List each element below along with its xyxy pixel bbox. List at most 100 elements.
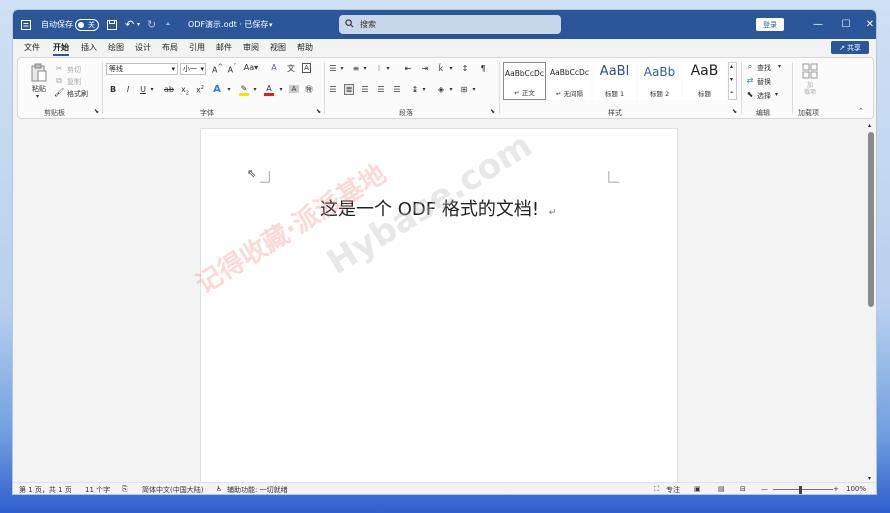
- character-border-icon[interactable]: A: [302, 63, 311, 73]
- align-center-icon[interactable]: ≣: [344, 84, 354, 95]
- document-paragraph[interactable]: 这是一个 ODF 格式的文档!: [320, 199, 539, 220]
- page-count[interactable]: 第 1 页，共 1 页: [19, 485, 72, 494]
- zoom-out-icon[interactable]: —: [761, 485, 768, 493]
- document-canvas[interactable]: ⇖ 这是一个 ODF 格式的文档! ↵ 记得收藏·派派基地 Hybase.com: [13, 122, 866, 488]
- scroll-up-icon[interactable]: ▴: [868, 122, 871, 129]
- document-title[interactable]: ODF演示.odt · 已保存: [188, 10, 268, 39]
- decrease-indent-icon[interactable]: ⇤: [403, 64, 413, 73]
- copy-icon[interactable]: ⧉: [54, 76, 64, 86]
- character-shading-icon[interactable]: A: [289, 85, 299, 93]
- bold-icon[interactable]: B: [108, 85, 118, 94]
- cut-icon[interactable]: ✂: [54, 64, 64, 73]
- select-label[interactable]: 选择: [757, 91, 771, 101]
- paste-icon[interactable]: [30, 63, 48, 85]
- minimize-button[interactable]: —: [803, 10, 833, 39]
- highlight-icon[interactable]: ✎: [239, 84, 249, 96]
- copy-label[interactable]: 复制: [67, 77, 81, 87]
- word-count[interactable]: 11 个字: [85, 485, 110, 494]
- align-right-icon[interactable]: ☰: [360, 85, 370, 94]
- focus-label[interactable]: 专注: [666, 485, 680, 494]
- zoom-in-icon[interactable]: +: [833, 485, 839, 493]
- underline-dropdown-icon[interactable]: ▾: [147, 86, 157, 93]
- undo-icon[interactable]: ↶: [125, 10, 134, 39]
- zoom-slider[interactable]: [773, 489, 833, 490]
- tab-help[interactable]: 帮助: [297, 42, 313, 53]
- tab-references[interactable]: 引用: [189, 42, 205, 53]
- tab-file[interactable]: 文件: [24, 42, 40, 53]
- align-left-icon[interactable]: ☰: [328, 85, 338, 94]
- gallery-down-icon[interactable]: ▾: [730, 76, 733, 83]
- styles-gallery-scroll[interactable]: ▴ ▾ ⩡: [728, 62, 737, 100]
- scroll-thumb[interactable]: [868, 132, 874, 307]
- addins-button-label[interactable]: 加 载项: [804, 82, 816, 96]
- close-button[interactable]: ✕: [855, 10, 876, 39]
- gallery-up-icon[interactable]: ▴: [730, 63, 733, 70]
- tab-design[interactable]: 设计: [135, 42, 151, 53]
- shrink-font-icon[interactable]: Aˇ: [227, 63, 237, 75]
- style-title[interactable]: AaB 标题: [683, 62, 726, 100]
- distributed-icon[interactable]: ☰: [392, 85, 402, 94]
- clipboard-launcher-icon[interactable]: ⬊: [94, 108, 99, 115]
- sort-icon[interactable]: ↕: [460, 64, 470, 73]
- find-dropdown-icon[interactable]: ▾: [778, 63, 781, 70]
- paste-dropdown-icon[interactable]: ▾: [36, 93, 39, 100]
- zoom-slider-thumb[interactable]: [799, 486, 802, 494]
- word-app-icon[interactable]: [21, 10, 31, 39]
- select-icon[interactable]: ⬉: [745, 90, 755, 99]
- tab-draw[interactable]: 绘图: [108, 42, 124, 53]
- line-spacing-dropdown-icon[interactable]: ▾: [419, 86, 429, 93]
- borders-icon[interactable]: ⊞: [459, 85, 469, 94]
- zoom-level[interactable]: 100%: [846, 485, 866, 493]
- share-button[interactable]: ↗ 共享: [831, 41, 869, 54]
- paragraph-launcher-icon[interactable]: ⬊: [490, 108, 495, 115]
- accessibility-icon[interactable]: ♿: [216, 485, 222, 493]
- format-painter-label[interactable]: 格式刷: [67, 89, 88, 99]
- tab-home[interactable]: 开始: [53, 42, 69, 56]
- highlight-dropdown-icon[interactable]: ▾: [250, 86, 260, 93]
- increase-indent-icon[interactable]: ⇥: [420, 64, 430, 73]
- save-icon[interactable]: [107, 10, 117, 39]
- tab-review[interactable]: 审阅: [243, 42, 259, 53]
- chinese-layout-dropdown-icon[interactable]: ▾: [446, 65, 456, 72]
- justify-icon[interactable]: ☰: [376, 85, 386, 94]
- phonetic-guide-icon[interactable]: 文: [286, 63, 296, 74]
- font-color-icon[interactable]: A: [264, 84, 274, 96]
- style-heading-1[interactable]: AaBl 标题 1: [593, 62, 636, 100]
- login-button[interactable]: 登录: [756, 18, 784, 31]
- enclose-characters-icon[interactable]: ㊕: [304, 84, 314, 95]
- text-effects-icon[interactable]: A: [212, 84, 222, 95]
- language-status[interactable]: 简体中文(中国大陆): [142, 485, 203, 494]
- collapse-ribbon-icon[interactable]: ⌃: [858, 107, 864, 115]
- font-name-combo[interactable]: 等线 ▾: [106, 63, 178, 75]
- accessibility-status[interactable]: 辅助功能: 一切就绪: [227, 485, 288, 494]
- tab-insert[interactable]: 插入: [81, 42, 97, 53]
- shading-icon[interactable]: ◈: [436, 85, 446, 94]
- borders-dropdown-icon[interactable]: ▾: [469, 86, 479, 93]
- find-icon[interactable]: ⌕: [745, 62, 755, 72]
- italic-icon[interactable]: I: [123, 85, 133, 94]
- superscript-icon[interactable]: x2: [195, 85, 205, 95]
- replace-icon[interactable]: ⇄: [745, 76, 755, 85]
- undo-dropdown-icon[interactable]: ▾: [137, 10, 140, 39]
- styles-launcher-icon[interactable]: ⬊: [732, 108, 737, 115]
- tab-view[interactable]: 视图: [270, 42, 286, 53]
- chinese-layout-icon[interactable]: ǩ: [436, 64, 446, 73]
- grow-font-icon[interactable]: A^: [212, 63, 223, 75]
- customize-qat-icon[interactable]: ⩡: [166, 10, 170, 39]
- font-launcher-icon[interactable]: ⬊: [316, 108, 321, 115]
- focus-icon[interactable]: ⛶: [654, 485, 659, 494]
- autosave-toggle[interactable]: 关: [75, 10, 99, 39]
- read-mode-icon[interactable]: ▣: [694, 485, 701, 493]
- proofing-icon[interactable]: ⎘: [122, 485, 128, 494]
- shading-dropdown-icon[interactable]: ▾: [446, 86, 456, 93]
- web-layout-icon[interactable]: ⊟: [740, 485, 746, 493]
- multilevel-dropdown-icon[interactable]: ▾: [383, 65, 393, 72]
- numbering-dropdown-icon[interactable]: ▾: [360, 65, 370, 72]
- subscript-icon[interactable]: x2: [180, 85, 190, 97]
- document-body-text[interactable]: 这是一个 ODF 格式的文档! ↵: [320, 195, 556, 221]
- font-color-dropdown-icon[interactable]: ▾: [276, 86, 286, 93]
- replace-label[interactable]: 替换: [757, 77, 771, 87]
- show-marks-icon[interactable]: ¶: [478, 64, 488, 73]
- style-normal[interactable]: AaBbCcDc ↵ 正文: [503, 62, 546, 100]
- text-effects-dropdown-icon[interactable]: ▾: [224, 86, 234, 93]
